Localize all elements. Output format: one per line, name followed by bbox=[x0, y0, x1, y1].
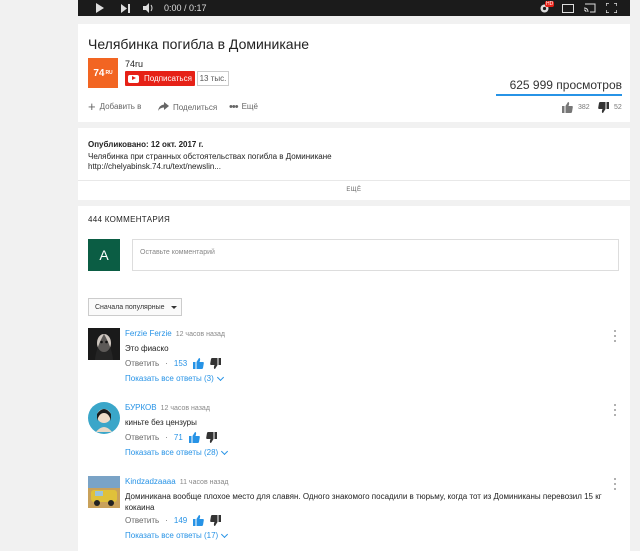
play-icon[interactable] bbox=[94, 2, 104, 14]
avatar: A bbox=[88, 239, 120, 271]
avatar[interactable] bbox=[88, 328, 120, 360]
comment-text: Это фиаско bbox=[125, 344, 169, 353]
thumbs-up-icon[interactable] bbox=[193, 358, 205, 369]
more-vert-icon[interactable] bbox=[612, 330, 618, 342]
comment-like-count: 71 bbox=[173, 433, 183, 442]
video-player-controls: 0:00 / 0:17 HD bbox=[78, 0, 630, 16]
thumbs-up-icon bbox=[562, 102, 573, 113]
thumbs-up-icon[interactable] bbox=[188, 432, 200, 443]
avatar[interactable] bbox=[88, 476, 120, 508]
view-count: 625 999 просмотров bbox=[509, 78, 622, 92]
comment-author-name[interactable]: Kindzadzaaaa bbox=[125, 477, 176, 486]
video-info-card: Челябинка погибла в Доминикане 74 RU 74ru… bbox=[78, 24, 630, 122]
share-label: Поделиться bbox=[173, 103, 218, 112]
dot-separator: · bbox=[165, 433, 168, 442]
show-more-button[interactable]: ЕЩЁ bbox=[78, 180, 630, 193]
more-horizontal-icon: ••• bbox=[229, 100, 239, 113]
comment-actions: Ответить · 71 bbox=[125, 432, 217, 443]
like-count: 382 bbox=[578, 104, 590, 111]
thumbs-down-icon[interactable] bbox=[210, 515, 222, 526]
video-title: Челябинка погибла в Доминикане bbox=[88, 36, 310, 52]
comment-item: Ferzie Ferzie 12 часов назад Это фиаско О… bbox=[88, 328, 618, 388]
comment-item: Kindzadzaaaa 11 часов назад Доминикана во… bbox=[88, 476, 618, 548]
hd-badge-icon: HD bbox=[545, 1, 555, 7]
show-replies-label: Показать все ответы (3) bbox=[125, 374, 214, 383]
chevron-down-icon bbox=[221, 530, 229, 538]
channel-logo-text: 74 bbox=[93, 67, 105, 79]
subscriber-count: 13 тыс. bbox=[197, 71, 229, 86]
comment-author-name[interactable]: БУРКОВ bbox=[125, 403, 157, 412]
thumbs-up-icon[interactable] bbox=[193, 515, 205, 526]
more-vert-icon[interactable] bbox=[612, 404, 618, 416]
share-icon bbox=[158, 102, 169, 113]
publish-date: Опубликовано: 12 окт. 2017 г. bbox=[88, 140, 204, 149]
comment-time[interactable]: 11 часов назад bbox=[180, 479, 229, 486]
dislike-count: 52 bbox=[614, 104, 622, 111]
comments-card: 444 КОММЕНТАРИЯ A Оставьте комментарий С… bbox=[78, 206, 630, 551]
reply-button[interactable]: Ответить bbox=[125, 359, 159, 368]
comment-input[interactable]: Оставьте комментарий bbox=[132, 239, 619, 271]
comment-actions: Ответить · 149 bbox=[125, 515, 222, 526]
thumbs-down-icon[interactable] bbox=[205, 432, 217, 443]
show-replies-label: Показать все ответы (28) bbox=[125, 448, 219, 457]
show-replies-button[interactable]: Показать все ответы (3) bbox=[125, 373, 224, 383]
description-line-1: Челябинка при странных обстоятельствах п… bbox=[88, 152, 332, 161]
like-button[interactable]: 382 bbox=[562, 102, 590, 113]
subscribe-label: Подписаться bbox=[144, 74, 192, 83]
channel-name[interactable]: 74ru bbox=[125, 59, 143, 69]
reply-button[interactable]: Ответить bbox=[125, 516, 159, 525]
comment-count: 444 КОММЕНТАРИЯ bbox=[88, 215, 171, 224]
thumbs-down-icon bbox=[598, 102, 609, 113]
avatar[interactable] bbox=[88, 402, 120, 434]
cast-icon[interactable] bbox=[583, 2, 596, 14]
miniplayer-icon[interactable] bbox=[562, 2, 574, 14]
add-to-button[interactable]: + Добавить в bbox=[88, 98, 142, 114]
comment-like-count: 149 bbox=[173, 516, 188, 525]
dislike-button[interactable]: 52 bbox=[598, 102, 622, 113]
add-icon: + bbox=[88, 98, 96, 114]
description-card: Опубликовано: 12 окт. 2017 г. Челябинка … bbox=[78, 128, 630, 200]
reply-button[interactable]: Ответить bbox=[125, 433, 159, 442]
comment-actions: Ответить · 153 bbox=[125, 358, 222, 369]
more-vert-icon[interactable] bbox=[612, 478, 618, 490]
show-replies-button[interactable]: Показать все ответы (28) bbox=[125, 447, 229, 457]
comment-time[interactable]: 12 часов назад bbox=[161, 405, 210, 412]
chevron-down-icon bbox=[221, 447, 229, 455]
sort-label: Сначала популярные bbox=[95, 303, 165, 311]
comment-like-count: 153 bbox=[173, 359, 188, 368]
fullscreen-icon[interactable] bbox=[605, 2, 617, 14]
comment-author[interactable]: Ferzie Ferzie 12 часов назад bbox=[125, 329, 225, 338]
subscribe-button[interactable]: Подписаться bbox=[125, 71, 195, 86]
sort-dropdown[interactable]: Сначала популярные bbox=[88, 298, 182, 316]
more-label: Ещё bbox=[241, 102, 258, 111]
dot-separator: · bbox=[165, 359, 168, 368]
show-replies-button[interactable]: Показать все ответы (17) bbox=[125, 530, 229, 540]
comment-time[interactable]: 12 часов назад bbox=[176, 331, 225, 338]
share-button[interactable]: Поделиться bbox=[158, 102, 217, 113]
thumbs-down-icon[interactable] bbox=[210, 358, 222, 369]
comment-text: киньте без цензуры bbox=[125, 418, 197, 427]
comment-author-name[interactable]: Ferzie Ferzie bbox=[125, 329, 172, 338]
show-replies-label: Показать все ответы (17) bbox=[125, 531, 219, 540]
description-link[interactable]: http://chelyabinsk.74.ru/text/newslin... bbox=[88, 162, 221, 171]
comment-author[interactable]: Kindzadzaaaa 11 часов назад bbox=[125, 477, 228, 486]
settings-icon[interactable]: HD bbox=[538, 1, 555, 14]
comment-item: БУРКОВ 12 часов назад киньте без цензуры … bbox=[88, 402, 618, 462]
channel-logo[interactable]: 74 RU bbox=[88, 58, 118, 88]
comment-text: Доминикана вообще плохое место для славя… bbox=[125, 492, 602, 512]
next-icon[interactable] bbox=[120, 2, 130, 14]
chevron-down-icon bbox=[216, 373, 224, 381]
channel-logo-suffix: RU bbox=[105, 70, 113, 76]
caret-down-icon bbox=[170, 305, 177, 309]
add-to-label: Добавить в bbox=[99, 102, 142, 111]
time-display: 0:00 / 0:17 bbox=[164, 3, 207, 13]
comment-author[interactable]: БУРКОВ 12 часов назад bbox=[125, 403, 210, 412]
volume-icon[interactable] bbox=[142, 2, 154, 14]
dot-separator: · bbox=[165, 516, 168, 525]
youtube-icon bbox=[128, 74, 139, 83]
like-ratio-bar bbox=[496, 94, 622, 96]
more-actions-button[interactable]: ••• Ещё bbox=[229, 100, 258, 113]
